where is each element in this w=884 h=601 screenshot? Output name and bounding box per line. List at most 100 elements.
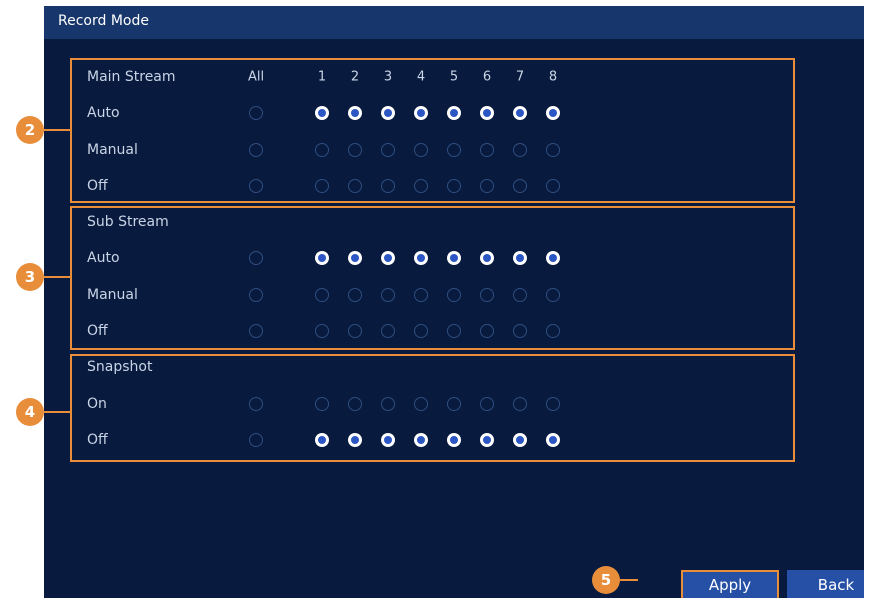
sub-off-channel-3-radio[interactable] [381, 324, 395, 338]
main-auto-channel-1-radio[interactable] [315, 106, 329, 120]
callout-badge-main-stream: 2 [16, 116, 44, 144]
main-off-channel-8-radio[interactable] [546, 179, 560, 193]
main-auto-label: Auto [87, 105, 120, 121]
column-header-3: 3 [383, 69, 393, 85]
snap-on-channel-7-radio[interactable] [513, 397, 527, 411]
main-auto-channel-2-radio[interactable] [348, 106, 362, 120]
snap-off-channel-4-radio[interactable] [414, 433, 428, 447]
snap-off-channel-2-radio[interactable] [348, 433, 362, 447]
snap-off-channel-5-radio[interactable] [447, 433, 461, 447]
callout-badge-apply: 5 [592, 566, 620, 594]
callout-badge-snapshot: 4 [16, 398, 44, 426]
snapshot-section [70, 354, 795, 462]
sub-manual-channel-4-radio[interactable] [414, 288, 428, 302]
callout-line-main-stream [44, 129, 70, 131]
main-auto-channel-4-radio[interactable] [414, 106, 428, 120]
sub-auto-channel-4-radio[interactable] [414, 251, 428, 265]
snap-off-all-radio[interactable] [249, 433, 263, 447]
column-header-7: 7 [515, 69, 525, 85]
sub-auto-channel-2-radio[interactable] [348, 251, 362, 265]
main-off-channel-2-radio[interactable] [348, 179, 362, 193]
main-off-channel-7-radio[interactable] [513, 179, 527, 193]
sub-manual-channel-3-radio[interactable] [381, 288, 395, 302]
main-auto-channel-5-radio[interactable] [447, 106, 461, 120]
column-header-6: 6 [482, 69, 492, 85]
main-off-channel-1-radio[interactable] [315, 179, 329, 193]
sub-manual-channel-7-radio[interactable] [513, 288, 527, 302]
main-manual-channel-4-radio[interactable] [414, 143, 428, 157]
column-header-5: 5 [449, 69, 459, 85]
snapshot-header: Snapshot [87, 359, 153, 375]
snap-on-channel-6-radio[interactable] [480, 397, 494, 411]
main-manual-channel-5-radio[interactable] [447, 143, 461, 157]
main-auto-channel-6-radio[interactable] [480, 106, 494, 120]
main-manual-channel-6-radio[interactable] [480, 143, 494, 157]
sub-off-channel-7-radio[interactable] [513, 324, 527, 338]
main-manual-all-radio[interactable] [249, 143, 263, 157]
callout-badge-sub-stream: 3 [16, 263, 44, 291]
snap-on-channel-8-radio[interactable] [546, 397, 560, 411]
snap-off-channel-1-radio[interactable] [315, 433, 329, 447]
snap-on-channel-4-radio[interactable] [414, 397, 428, 411]
window-title: Record Mode [44, 6, 864, 39]
sub-off-label: Off [87, 323, 108, 339]
main-manual-channel-1-radio[interactable] [315, 143, 329, 157]
sub-manual-channel-8-radio[interactable] [546, 288, 560, 302]
main-stream-section [70, 58, 795, 203]
sub-manual-channel-5-radio[interactable] [447, 288, 461, 302]
callout-line-snapshot [44, 411, 70, 413]
apply-button[interactable]: Apply [681, 570, 779, 598]
sub-auto-channel-6-radio[interactable] [480, 251, 494, 265]
main-manual-channel-3-radio[interactable] [381, 143, 395, 157]
main-off-channel-3-radio[interactable] [381, 179, 395, 193]
sub-stream-header: Sub Stream [87, 214, 169, 230]
main-off-all-radio[interactable] [249, 179, 263, 193]
callout-line-apply [620, 579, 638, 581]
sub-auto-channel-3-radio[interactable] [381, 251, 395, 265]
main-manual-channel-8-radio[interactable] [546, 143, 560, 157]
sub-off-channel-8-radio[interactable] [546, 324, 560, 338]
snap-on-channel-3-radio[interactable] [381, 397, 395, 411]
sub-manual-channel-6-radio[interactable] [480, 288, 494, 302]
snap-on-channel-1-radio[interactable] [315, 397, 329, 411]
snap-on-channel-2-radio[interactable] [348, 397, 362, 411]
main-auto-channel-3-radio[interactable] [381, 106, 395, 120]
main-off-channel-4-radio[interactable] [414, 179, 428, 193]
main-auto-channel-7-radio[interactable] [513, 106, 527, 120]
sub-manual-all-radio[interactable] [249, 288, 263, 302]
sub-off-channel-4-radio[interactable] [414, 324, 428, 338]
sub-off-all-radio[interactable] [249, 324, 263, 338]
snap-off-channel-3-radio[interactable] [381, 433, 395, 447]
sub-off-channel-6-radio[interactable] [480, 324, 494, 338]
main-stream-header: Main Stream [87, 69, 176, 85]
main-off-channel-5-radio[interactable] [447, 179, 461, 193]
main-off-channel-6-radio[interactable] [480, 179, 494, 193]
sub-manual-label: Manual [87, 287, 138, 303]
snap-on-channel-5-radio[interactable] [447, 397, 461, 411]
main-auto-all-radio[interactable] [249, 106, 263, 120]
sub-off-channel-5-radio[interactable] [447, 324, 461, 338]
main-manual-label: Manual [87, 142, 138, 158]
sub-auto-channel-5-radio[interactable] [447, 251, 461, 265]
sub-off-channel-2-radio[interactable] [348, 324, 362, 338]
main-manual-channel-2-radio[interactable] [348, 143, 362, 157]
sub-manual-channel-1-radio[interactable] [315, 288, 329, 302]
snap-off-channel-8-radio[interactable] [546, 433, 560, 447]
sub-auto-all-radio[interactable] [249, 251, 263, 265]
snap-off-channel-6-radio[interactable] [480, 433, 494, 447]
sub-stream-section [70, 206, 795, 350]
snapshot-on-label: On [87, 396, 107, 412]
main-auto-channel-8-radio[interactable] [546, 106, 560, 120]
column-header-1: 1 [317, 69, 327, 85]
sub-auto-channel-1-radio[interactable] [315, 251, 329, 265]
sub-auto-label: Auto [87, 250, 120, 266]
sub-auto-channel-8-radio[interactable] [546, 251, 560, 265]
snap-off-channel-7-radio[interactable] [513, 433, 527, 447]
sub-auto-channel-7-radio[interactable] [513, 251, 527, 265]
column-header-4: 4 [416, 69, 426, 85]
sub-off-channel-1-radio[interactable] [315, 324, 329, 338]
back-button[interactable]: Back [787, 570, 864, 598]
main-manual-channel-7-radio[interactable] [513, 143, 527, 157]
sub-manual-channel-2-radio[interactable] [348, 288, 362, 302]
snap-on-all-radio[interactable] [249, 397, 263, 411]
